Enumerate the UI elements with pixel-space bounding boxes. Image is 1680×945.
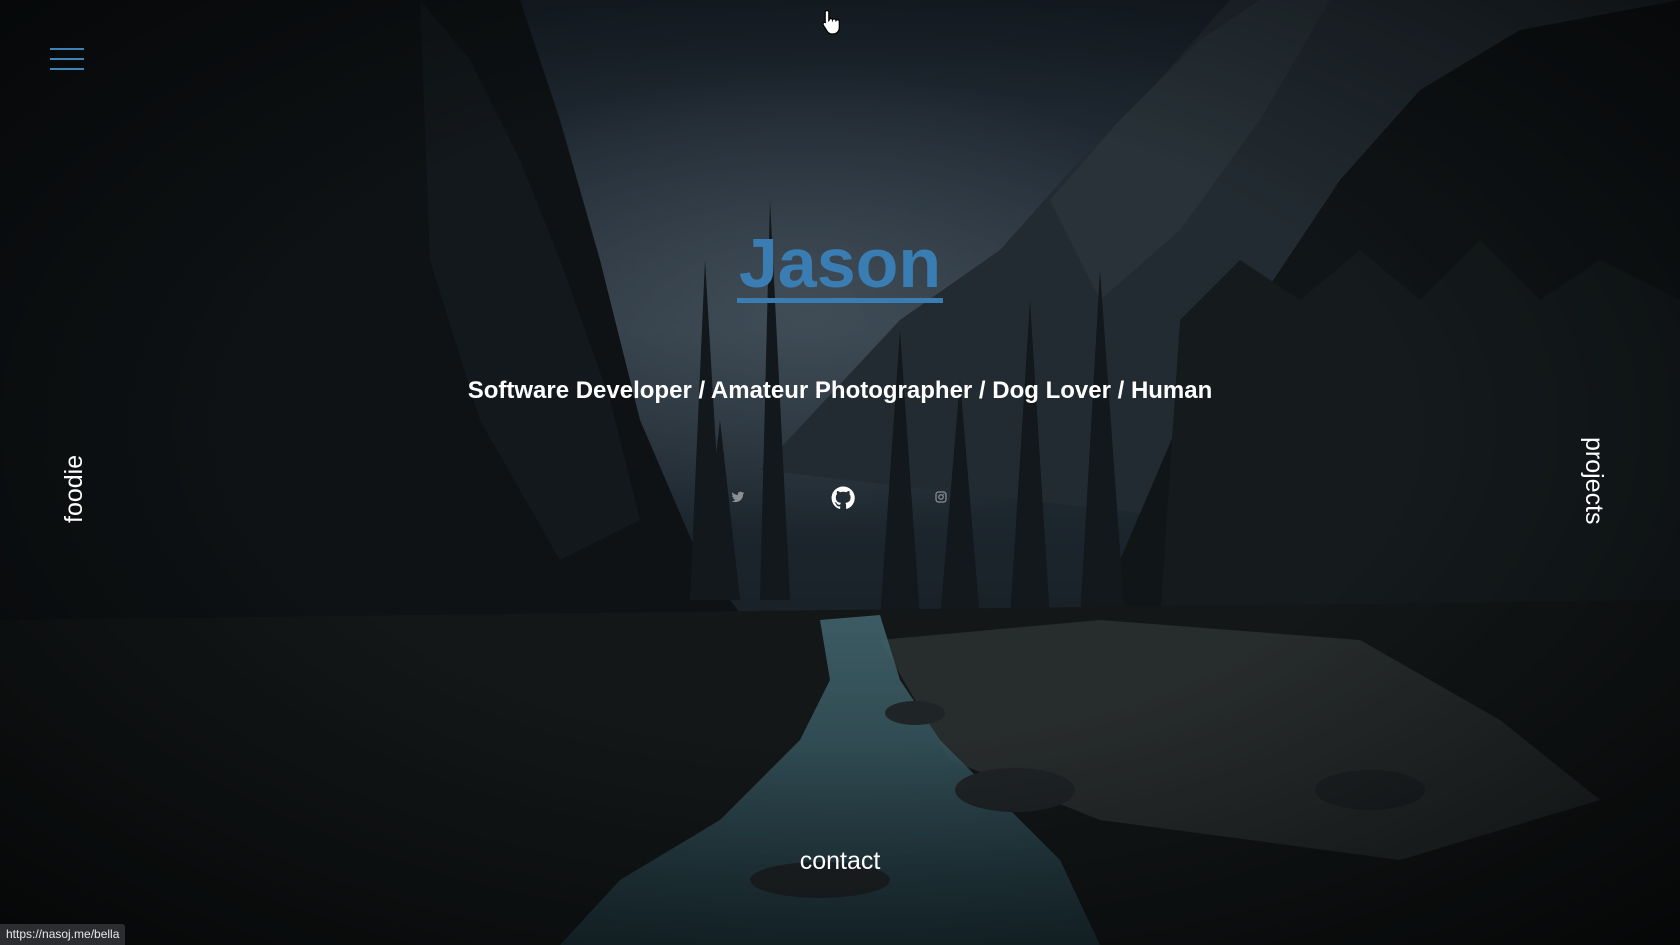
menu-bar-top	[50, 48, 84, 50]
contact-link-container: contact	[0, 847, 1680, 876]
menu-bar-bottom	[50, 68, 84, 70]
browser-status-bar: https://nasoj.me/bella	[0, 924, 126, 945]
foodie-link[interactable]: foodie	[60, 455, 89, 523]
projects-link[interactable]: projects	[1579, 437, 1608, 525]
name-link[interactable]: Jason	[736, 228, 944, 303]
background-forest-image	[0, 0, 1680, 945]
hamburger-menu-button[interactable]	[48, 46, 86, 74]
contact-link[interactable]: contact	[800, 847, 881, 875]
page-stage: Jason Software Developer / Amateur Photo…	[0, 0, 1680, 945]
github-icon[interactable]	[831, 486, 855, 510]
hero-tagline: Software Developer / Amateur Photographe…	[467, 377, 1213, 404]
hero-title: Jason	[0, 228, 1680, 303]
instagram-icon[interactable]	[935, 491, 947, 503]
hand-pointer-cursor-icon	[822, 9, 840, 35]
twitter-icon[interactable]	[731, 490, 745, 504]
menu-bar-middle	[50, 58, 84, 60]
